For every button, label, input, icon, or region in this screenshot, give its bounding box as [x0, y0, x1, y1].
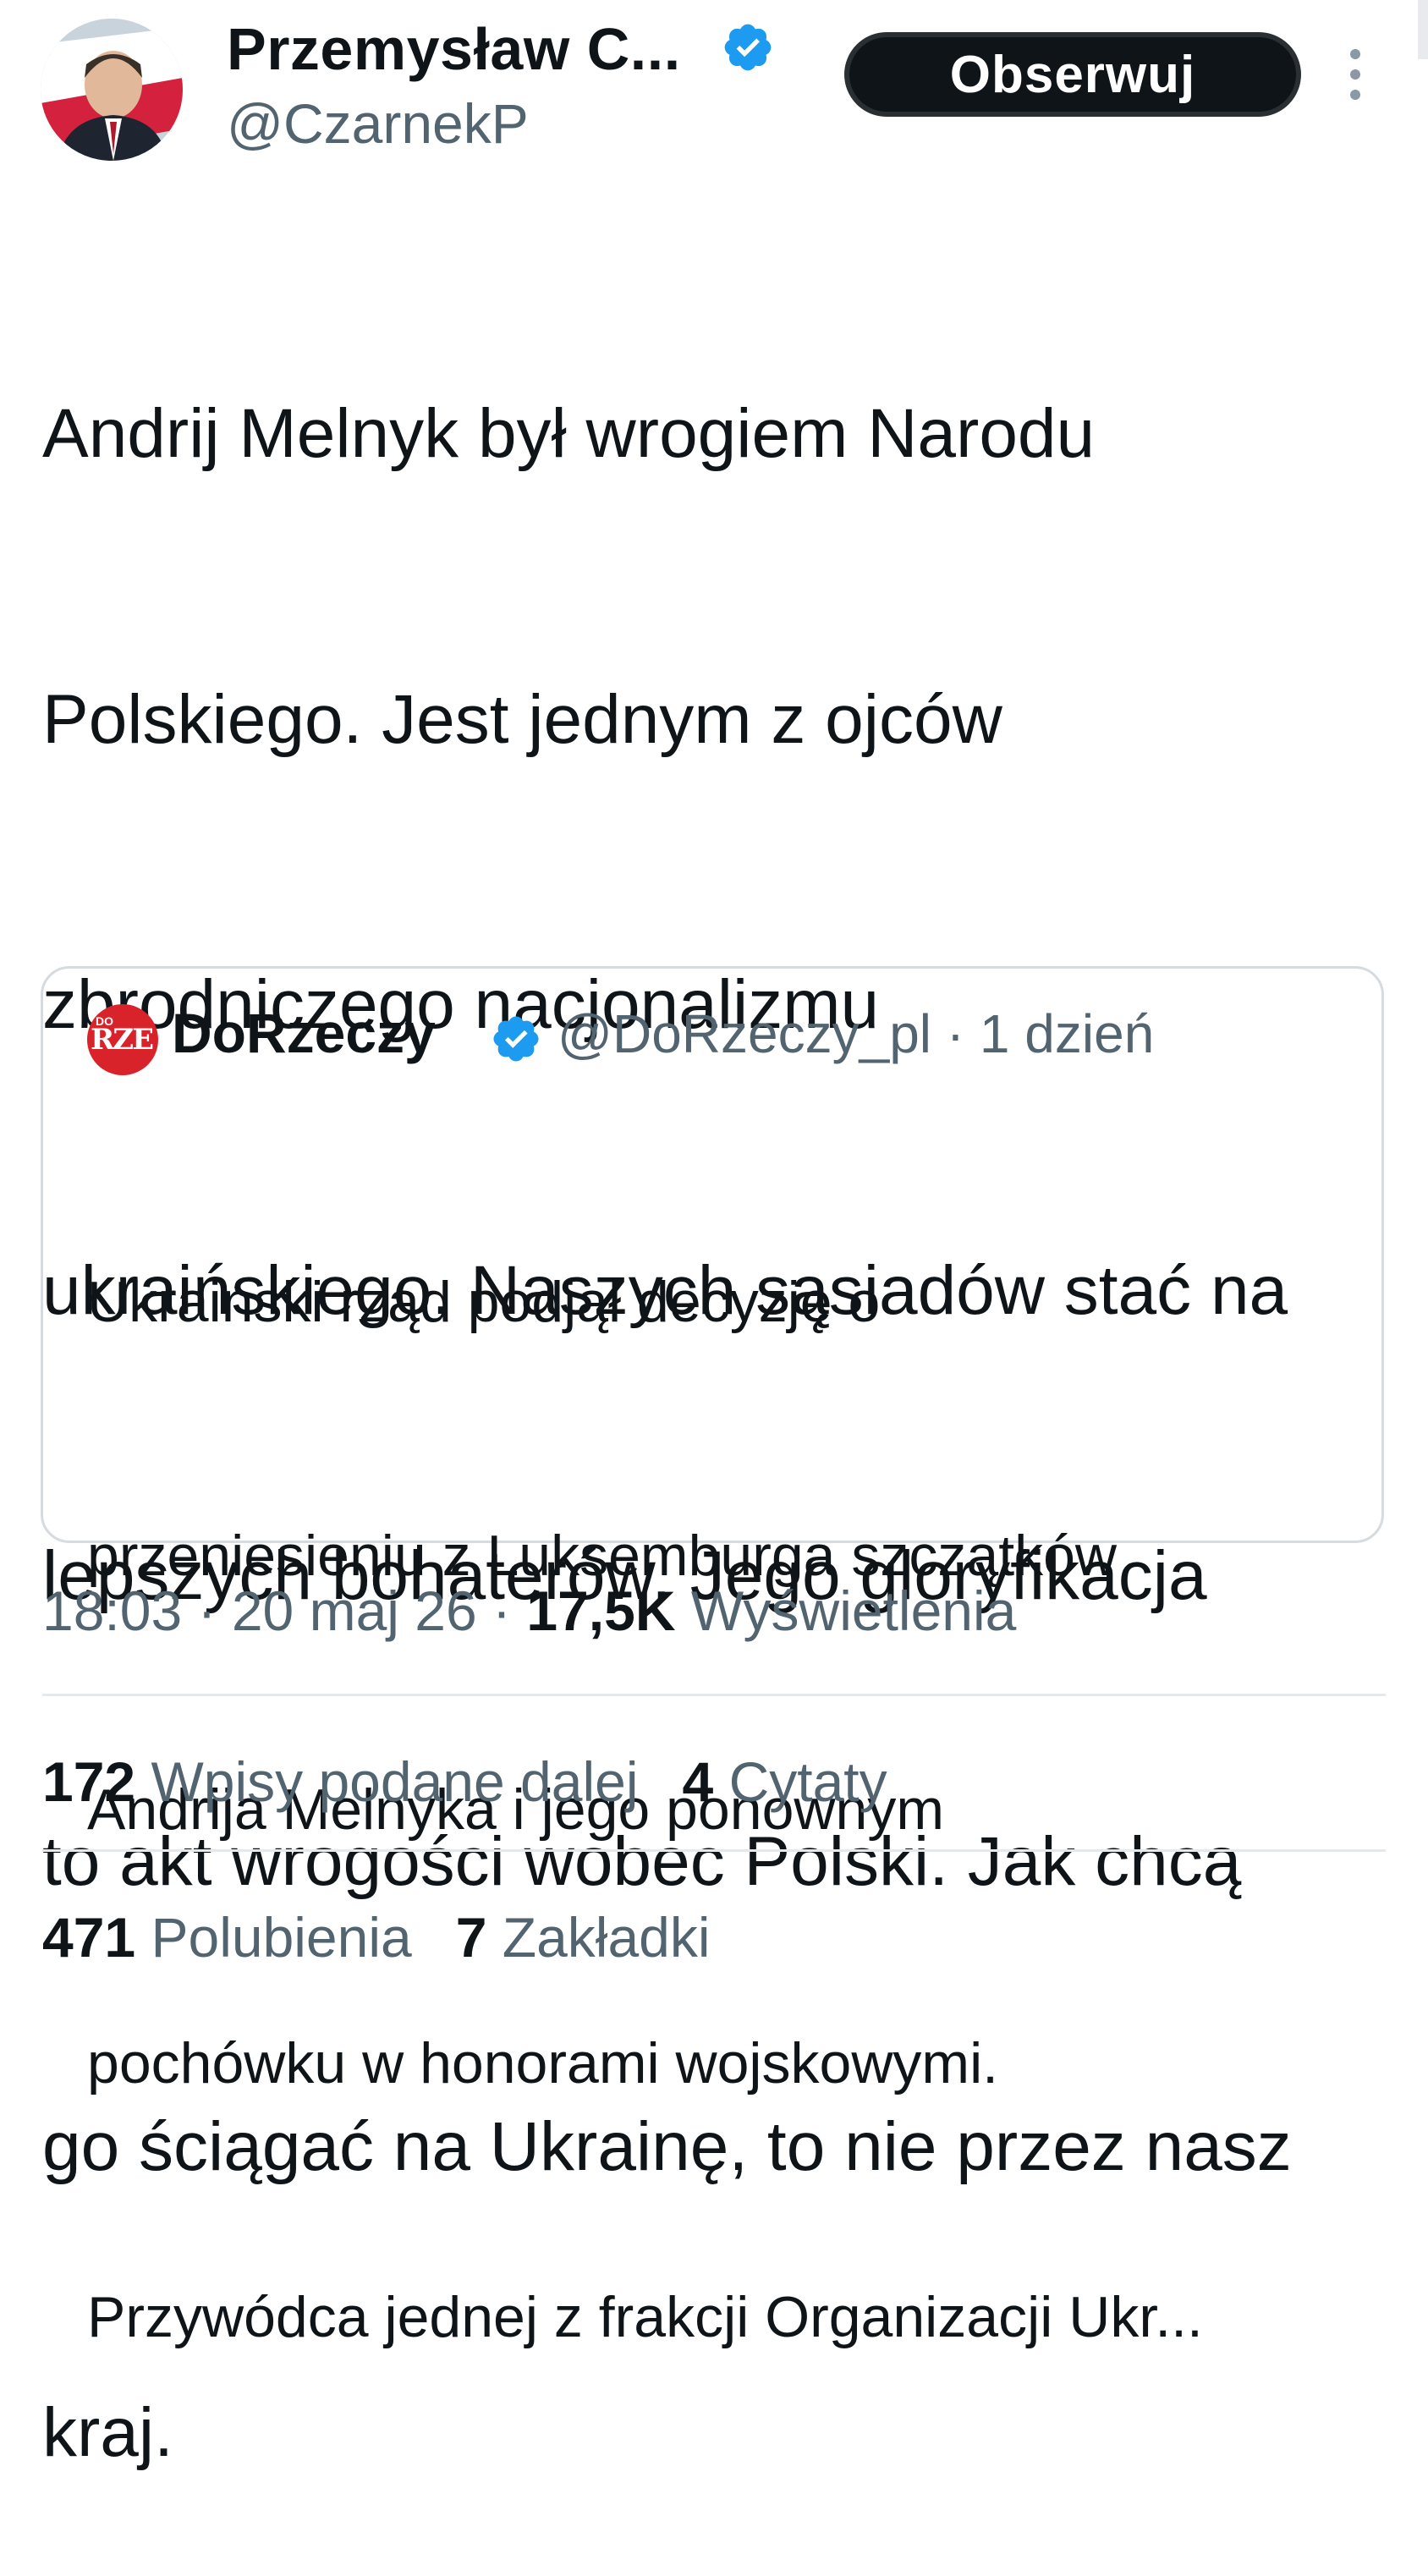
tweet-date[interactable]: 20 maj 26: [232, 1579, 477, 1642]
tweet-line: Polskiego. Jest jednym z ojców: [42, 680, 1002, 758]
quoted-tweet-card[interactable]: DO RZE DoRzeczy @DoRzeczy_pl · 1 dzień U…: [41, 966, 1384, 2349]
tweet-time[interactable]: 18:03: [42, 1579, 182, 1642]
reposts-quotes-row: 172 Wpisy podane dalej 4 Cytaty: [42, 1749, 887, 1814]
tweet-line: Andrij Melnyk był wrogiem Narodu: [42, 395, 1096, 472]
likes-bookmarks-row: 471 Polubienia 7 Zakładki: [42, 1905, 711, 1969]
reposts-stat[interactable]: 172 Wpisy podane dalej: [42, 1750, 639, 1813]
author-name[interactable]: Przemysław C...: [227, 15, 681, 83]
quotes-stat[interactable]: 4 Cytaty: [683, 1750, 887, 1813]
quoted-verified-badge-icon: [493, 1016, 539, 1062]
quoted-tweet-time[interactable]: 1 dzień: [980, 1003, 1154, 1064]
scrollbar[interactable]: [1418, 0, 1428, 59]
meta-separator: ·: [492, 1579, 512, 1642]
likes-label: Polubienia: [151, 1906, 412, 1969]
author-avatar[interactable]: [41, 19, 183, 161]
reposts-label: Wpisy podane dalej: [151, 1750, 639, 1813]
quoted-author-handle[interactable]: @DoRzeczy_pl: [557, 1003, 931, 1064]
views-label: Wyświetlenia: [690, 1579, 1017, 1642]
tweet-timestamp-line: 18:03 · 20 maj 26 · 17,5K Wyświetlenia: [42, 1579, 1016, 1643]
bookmarks-label: Zakładki: [502, 1906, 711, 1969]
quoted-author-name[interactable]: DoRzeczy: [172, 1001, 436, 1065]
bookmarks-count: 7: [455, 1906, 487, 1969]
follow-button[interactable]: Obserwuj: [844, 32, 1301, 117]
likes-count: 471: [42, 1906, 136, 1969]
avatar-logo-text: RZE: [91, 1023, 154, 1057]
reposts-count: 172: [42, 1750, 136, 1813]
quotes-count: 4: [682, 1750, 714, 1813]
verified-badge-icon: [724, 24, 772, 71]
likes-stat[interactable]: 471 Polubienia: [42, 1906, 412, 1969]
bookmarks-stat[interactable]: 7 Zakładki: [456, 1906, 711, 1969]
quoted-line: pochówku w honorami wojskowymi.: [87, 2031, 999, 2095]
quoted-tweet-meta: @DoRzeczy_pl · 1 dzień: [557, 1002, 1154, 1065]
more-options-icon[interactable]: [1345, 49, 1365, 100]
avatar-image: [41, 19, 183, 161]
quotes-label: Cytaty: [728, 1750, 887, 1813]
author-handle[interactable]: @CzarnekP: [227, 91, 529, 156]
quoted-line: Przywódca jednej z frakcji Organizacji U…: [87, 2285, 1203, 2349]
views-count: 17,5K: [526, 1579, 676, 1642]
quoted-line: Ukraiński rząd podjął decyzję o: [87, 1270, 881, 1334]
divider: [42, 1694, 1386, 1696]
meta-separator: ·: [197, 1579, 217, 1642]
divider: [42, 1849, 1386, 1852]
author-name-text[interactable]: Przemysław C...: [227, 16, 681, 82]
quoted-author-avatar[interactable]: DO RZE: [87, 1004, 158, 1075]
meta-separator: ·: [946, 1003, 965, 1064]
